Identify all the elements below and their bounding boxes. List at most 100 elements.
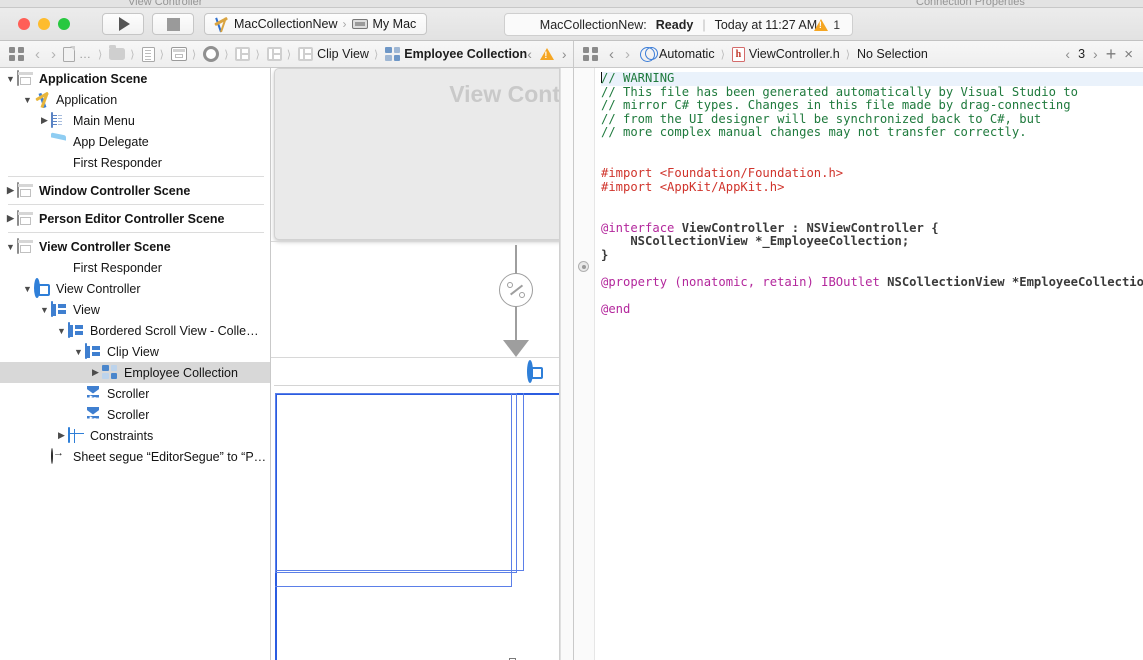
collection-view-icon — [102, 365, 119, 381]
status-warning-group[interactable]: 1 — [814, 18, 840, 32]
disclosure-open-icon[interactable] — [21, 284, 34, 294]
view-icon — [235, 47, 250, 61]
disclosure-open-icon[interactable] — [55, 326, 68, 336]
code-line — [601, 140, 1143, 154]
breadcrumb-view[interactable] — [235, 47, 250, 61]
run-button[interactable] — [102, 13, 144, 35]
view-controller-scene-preview[interactable]: View Contro — [274, 68, 566, 240]
code-line — [601, 262, 1143, 276]
xcode-window: View Controller Connection Properties Ma… — [0, 0, 1143, 660]
disclosure-closed-icon[interactable] — [55, 430, 68, 441]
close-assistant-editor-button[interactable]: × — [1124, 46, 1133, 63]
assistant-file-crumb[interactable]: h ViewController.h — [732, 47, 840, 62]
disclosure-open-icon[interactable] — [4, 74, 17, 84]
scene-placeholder-title: View Contro — [449, 81, 573, 108]
activity-status-view[interactable]: MacCollectionNew: Ready | Today at 11:27… — [504, 13, 853, 36]
add-assistant-editor-button[interactable]: + — [1106, 47, 1117, 61]
collection-view-icon — [385, 47, 400, 61]
view-icon — [51, 302, 68, 318]
canvas-vertical-scrollbar[interactable] — [560, 68, 573, 660]
scheme-separator: › — [343, 17, 347, 31]
code-line — [601, 194, 1143, 208]
collection-item-outline[interactable] — [275, 393, 517, 573]
disclosure-closed-icon[interactable] — [4, 213, 17, 224]
outline-row[interactable]: Sheet segue “EditorSegue” to “Pe… — [0, 446, 270, 467]
outline-row-label: Clip View — [107, 345, 159, 359]
close-button[interactable] — [18, 18, 30, 30]
related-items-icon[interactable] — [9, 47, 24, 61]
outline-row[interactable]: Employee Collection — [0, 362, 270, 383]
outline-row[interactable]: Clip View — [0, 341, 270, 362]
first-responder-icon[interactable] — [489, 364, 505, 380]
app-delegate-icon — [51, 134, 68, 150]
code-token: // This file has been generated automati… — [601, 85, 1078, 99]
outline-row[interactable]: Person Editor Controller Scene — [0, 208, 270, 229]
disclosure-open-icon[interactable] — [72, 347, 85, 357]
disclosure-closed-icon[interactable] — [4, 185, 17, 196]
code-token: } — [601, 248, 608, 262]
code-line: // mirror C# types. Changes in this file… — [601, 99, 1143, 113]
crumb-sep-r1: ⟩ — [721, 48, 725, 61]
disclosure-closed-icon[interactable] — [38, 115, 51, 126]
view-controller-icon[interactable] — [527, 363, 544, 380]
disclosure-open-icon[interactable] — [38, 305, 51, 315]
scheme-selector[interactable]: MacCollectionNew › My Mac — [204, 13, 427, 35]
previous-counterpart-button[interactable]: ‹ — [1065, 46, 1070, 62]
segue-icon — [51, 449, 68, 465]
outline-row[interactable]: Application — [0, 89, 270, 110]
outline-row[interactable]: Scroller — [0, 383, 270, 404]
next-issue-button[interactable]: › — [562, 46, 567, 62]
related-items-icon[interactable] — [583, 47, 598, 61]
outline-row[interactable]: Constraints — [0, 425, 270, 446]
scene-icon — [17, 239, 34, 255]
zoom-button[interactable] — [58, 18, 70, 30]
segue-connector-icon[interactable] — [499, 273, 533, 307]
outline-row[interactable]: App Delegate — [0, 131, 270, 152]
outline-row[interactable]: View Controller Scene — [0, 236, 270, 257]
outline-row[interactable]: Scroller — [0, 404, 270, 425]
source-code-text[interactable]: // WARNING// This file has been generate… — [595, 68, 1143, 660]
background-window-right-title: Connection Properties — [916, 0, 1025, 8]
outline-row[interactable]: View Controller — [0, 278, 270, 299]
clip-view-icon — [85, 344, 102, 360]
breadcrumb-employee-collection[interactable]: Employee Collection — [385, 47, 527, 61]
outline-row[interactable]: First Responder — [0, 152, 270, 173]
ibaction-connection-marker-icon[interactable] — [578, 261, 589, 272]
breadcrumb-view-controller[interactable] — [203, 46, 219, 62]
stop-button[interactable] — [152, 13, 194, 35]
assistant-selection-crumb[interactable]: No Selection — [857, 47, 928, 61]
outline-row[interactable]: Main Menu — [0, 110, 270, 131]
disclosure-closed-icon[interactable] — [89, 367, 102, 378]
crumb-sep-2: ⟩ — [130, 48, 134, 61]
next-counterpart-button[interactable]: › — [1093, 46, 1098, 62]
breadcrumb-window[interactable] — [171, 47, 187, 61]
outline-row[interactable]: View — [0, 299, 270, 320]
breadcrumb-storyboard[interactable] — [142, 47, 155, 62]
breadcrumb-document[interactable] — [63, 47, 75, 62]
warning-triangle-icon[interactable] — [540, 48, 554, 60]
back-button[interactable]: ‹ — [609, 46, 614, 63]
outline-row[interactable]: First Responder — [0, 257, 270, 278]
editor-gutter[interactable] — [574, 68, 595, 660]
outline-row[interactable]: Application Scene — [0, 68, 270, 89]
back-button[interactable]: ‹ — [35, 46, 40, 63]
interface-builder-canvas[interactable]: View Contro — [271, 68, 573, 660]
breadcrumb-scroll-view[interactable] — [267, 47, 282, 61]
previous-issue-button[interactable]: ‹ — [527, 46, 532, 62]
breadcrumb-folder[interactable] — [109, 48, 125, 60]
constraints-icon — [68, 428, 85, 444]
disclosure-open-icon[interactable] — [4, 242, 17, 252]
forward-button[interactable]: › — [625, 46, 630, 63]
document-outline[interactable]: Application SceneApplicationMain MenuApp… — [0, 68, 271, 660]
assistant-code-editor[interactable]: // WARNING// This file has been generate… — [573, 68, 1143, 660]
warning-count: 1 — [833, 18, 840, 32]
breadcrumb-ellipsis[interactable]: … — [79, 47, 92, 61]
minimize-button[interactable] — [38, 18, 50, 30]
disclosure-open-icon[interactable] — [21, 95, 34, 105]
outline-row[interactable]: Bordered Scroll View - Colle… — [0, 320, 270, 341]
forward-button[interactable]: › — [51, 46, 56, 63]
breadcrumb-employee-collection-label: Employee Collection — [404, 47, 527, 61]
breadcrumb-clip-view[interactable]: Clip View — [298, 47, 369, 61]
assistant-mode-crumb[interactable]: Automatic — [640, 47, 715, 62]
outline-row[interactable]: Window Controller Scene — [0, 180, 270, 201]
